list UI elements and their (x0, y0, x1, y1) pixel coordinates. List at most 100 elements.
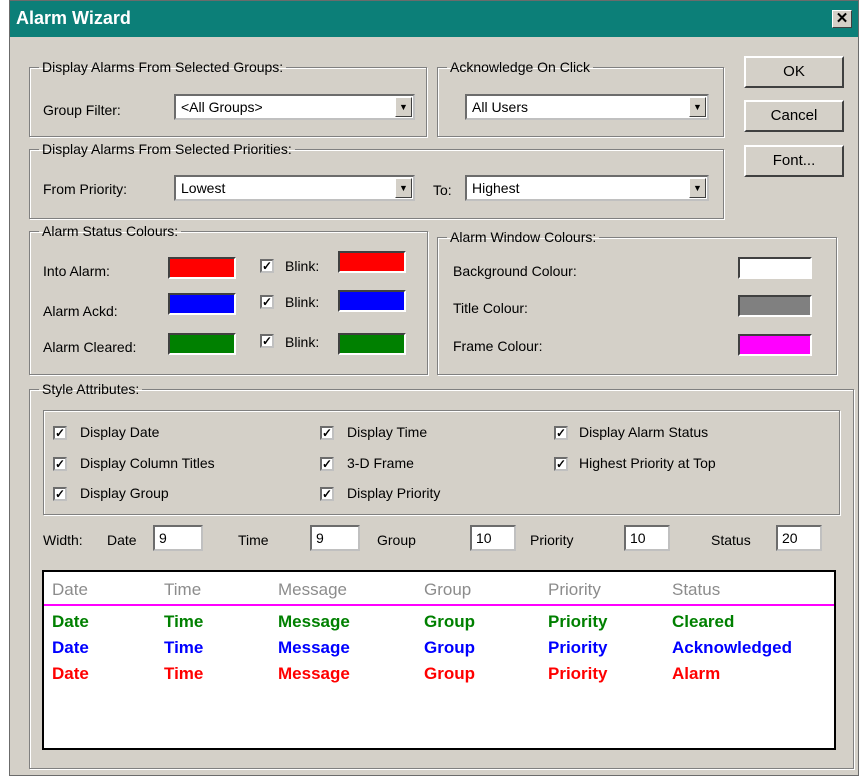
dropdown-arrow-icon[interactable]: ▼ (395, 97, 412, 117)
row2-message: Message (278, 664, 350, 683)
row0-status: Cleared (672, 612, 735, 631)
preview-header-time: Time (164, 580, 202, 599)
preview-header-date: Date (52, 580, 88, 599)
display-time-label: Display Time (347, 424, 428, 440)
check-icon: ✓ (262, 259, 273, 273)
dropdown-arrow-icon[interactable]: ▼ (395, 178, 412, 198)
dropdown-arrow-icon[interactable]: ▼ (689, 97, 706, 117)
alarm-ackd-colour[interactable] (168, 293, 236, 315)
row0-group: Group (424, 612, 475, 631)
width-time-label: Time (238, 532, 269, 548)
row2-date: Date (52, 664, 89, 683)
row1-status: Acknowledged (672, 638, 792, 657)
window-colours-legend: Alarm Window Colours: (450, 229, 597, 245)
from-priority-dropdown[interactable]: Lowest ▼ (174, 175, 415, 201)
preview-header-group: Group (424, 580, 472, 599)
check-icon: ✓ (322, 487, 333, 501)
frame-colour-swatch[interactable] (738, 334, 812, 356)
into-alarm-colour[interactable] (168, 257, 236, 279)
cancel-button[interactable]: Cancel (744, 100, 844, 132)
display-column-titles-checkbox[interactable]: ✓ (53, 457, 67, 471)
background-colour-swatch[interactable] (738, 257, 812, 279)
from-priority-value: Lowest (181, 180, 226, 196)
3d-frame-label: 3-D Frame (347, 455, 414, 471)
title-separator-line (44, 604, 834, 606)
width-group-input[interactable]: 10 (470, 525, 516, 551)
display-alarm-status-label: Display Alarm Status (579, 424, 709, 440)
ok-button[interactable]: OK (744, 56, 844, 88)
display-priority-checkbox[interactable]: ✓ (320, 487, 334, 501)
row0-time: Time (164, 612, 204, 631)
check-icon: ✓ (322, 426, 333, 440)
title-colour-swatch[interactable] (738, 295, 812, 317)
check-icon: ✓ (556, 457, 567, 471)
width-status-label: Status (711, 532, 751, 548)
blink-label: Blink: (285, 334, 320, 350)
window-title: Alarm Wizard (16, 8, 131, 28)
width-label: Width: (43, 532, 83, 548)
alarm-ackd-blink-colour[interactable] (338, 290, 406, 312)
check-icon: ✓ (55, 426, 66, 440)
check-icon: ✓ (262, 334, 273, 348)
group-filter-dropdown[interactable]: <All Groups> ▼ (174, 94, 415, 120)
row0-priority: Priority (548, 612, 608, 631)
alarm-preview-panel: Date Time Message Group Priority Status … (42, 570, 836, 750)
row0-date: Date (52, 612, 89, 631)
group-filter-label: Group Filter: (43, 102, 121, 118)
width-priority-input[interactable]: 10 (624, 525, 670, 551)
width-group-label: Group (377, 532, 416, 548)
row1-time: Time (164, 638, 204, 657)
title-bar[interactable]: Alarm Wizard ✕ (10, 1, 858, 37)
highest-priority-label: Highest Priority at Top (579, 455, 716, 471)
alarm-cleared-blink-checkbox[interactable]: ✓ (260, 334, 274, 348)
into-alarm-blink-checkbox[interactable]: ✓ (260, 259, 274, 273)
display-priority-label: Display Priority (347, 485, 441, 501)
row0-message: Message (278, 612, 350, 631)
dropdown-arrow-icon[interactable]: ▼ (689, 178, 706, 198)
to-priority-label: To: (433, 182, 452, 198)
row2-group: Group (424, 664, 475, 683)
groups-legend: Display Alarms From Selected Groups: (42, 59, 284, 75)
display-date-checkbox[interactable]: ✓ (53, 426, 67, 440)
check-icon: ✓ (262, 295, 273, 309)
display-column-titles-label: Display Column Titles (80, 455, 215, 471)
check-icon: ✓ (556, 426, 567, 440)
style-attributes-legend: Style Attributes: (42, 381, 140, 397)
frame-colour-label: Frame Colour: (453, 338, 543, 354)
display-date-label: Display Date (80, 424, 160, 440)
width-date-input[interactable]: 9 (153, 525, 203, 551)
width-priority-label: Priority (530, 532, 574, 548)
from-priority-label: From Priority: (43, 181, 127, 197)
priorities-legend: Display Alarms From Selected Priorities: (42, 141, 292, 157)
alarm-ackd-blink-checkbox[interactable]: ✓ (260, 295, 274, 309)
title-colour-label: Title Colour: (453, 300, 528, 316)
row2-time: Time (164, 664, 204, 683)
preview-header-priority: Priority (548, 580, 601, 599)
close-button[interactable]: ✕ (832, 10, 852, 28)
close-icon: ✕ (835, 10, 849, 27)
width-date-label: Date (107, 532, 137, 548)
row2-priority: Priority (548, 664, 608, 683)
display-alarm-status-checkbox[interactable]: ✓ (554, 426, 568, 440)
width-time-input[interactable]: 9 (310, 525, 360, 551)
font-button[interactable]: Font... (744, 145, 844, 177)
display-group-checkbox[interactable]: ✓ (53, 487, 67, 501)
acknowledge-dropdown[interactable]: All Users ▼ (465, 94, 709, 120)
into-alarm-label: Into Alarm: (43, 263, 110, 279)
to-priority-dropdown[interactable]: Highest ▼ (465, 175, 709, 201)
acknowledge-value: All Users (472, 99, 529, 115)
background-colour-label: Background Colour: (453, 263, 577, 279)
width-status-input[interactable]: 20 (776, 525, 822, 551)
check-icon: ✓ (55, 457, 66, 471)
row2-status: Alarm (672, 664, 721, 683)
display-time-checkbox[interactable]: ✓ (320, 426, 334, 440)
preview-header-message: Message (278, 580, 347, 599)
into-alarm-blink-colour[interactable] (338, 251, 406, 273)
3d-frame-checkbox[interactable]: ✓ (320, 457, 334, 471)
alarm-cleared-blink-colour[interactable] (338, 333, 406, 355)
alarm-cleared-colour[interactable] (168, 333, 236, 355)
highest-priority-checkbox[interactable]: ✓ (554, 457, 568, 471)
row1-message: Message (278, 638, 350, 657)
acknowledge-legend: Acknowledge On Click (450, 59, 591, 75)
status-colours-legend: Alarm Status Colours: (42, 223, 179, 239)
